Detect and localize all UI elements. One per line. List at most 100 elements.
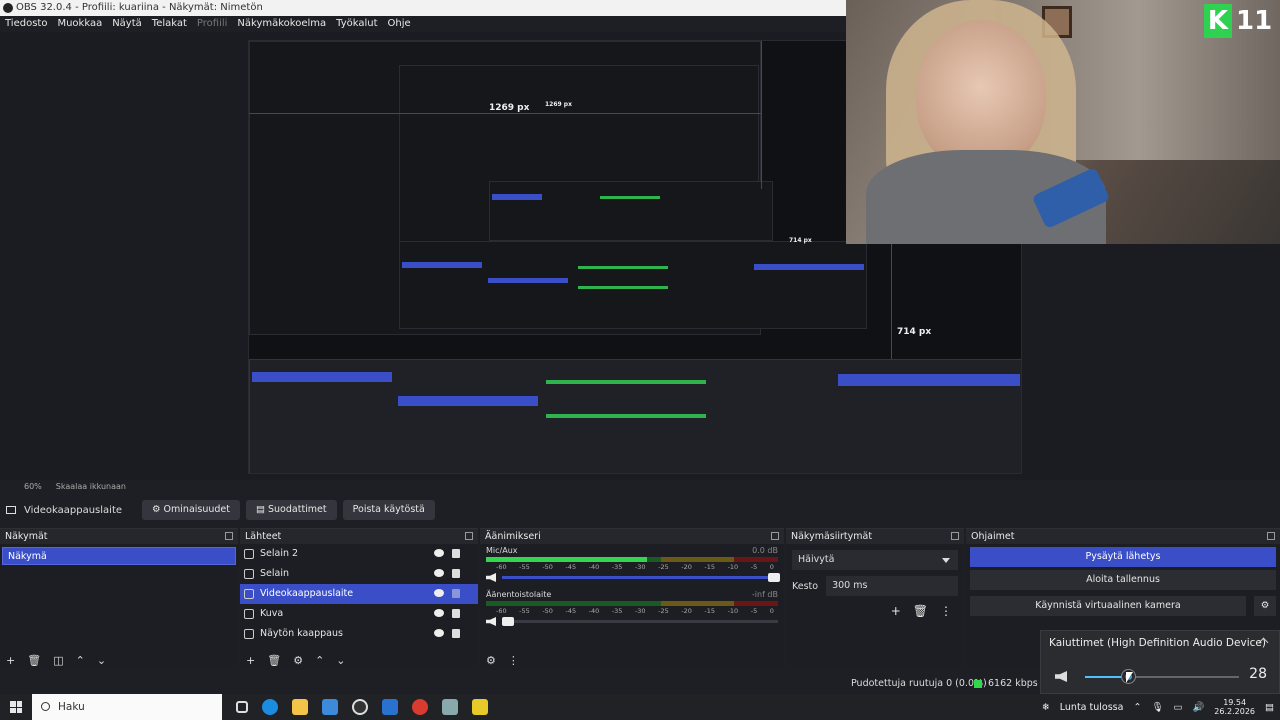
file-explorer-icon[interactable]	[292, 699, 308, 715]
meter-tick: -35	[611, 563, 623, 571]
globe-icon	[244, 569, 254, 579]
task-view-icon[interactable]	[236, 701, 248, 713]
edge-icon[interactable]	[262, 699, 278, 715]
microphone-icon[interactable]: 🎙	[1151, 702, 1163, 713]
volume-slider[interactable]	[502, 573, 780, 582]
scenes-header: Näkymät	[0, 529, 238, 544]
lock-icon[interactable]	[452, 549, 460, 558]
chevron-up-icon[interactable]: ⌃	[315, 654, 324, 667]
trash-icon[interactable]: 🗑	[267, 654, 281, 667]
eye-icon[interactable]	[434, 629, 444, 637]
meter-tick: -15	[704, 563, 716, 571]
meter-tick: -55	[519, 563, 530, 571]
volume-slider[interactable]	[502, 617, 778, 626]
start-virtual-camera-button[interactable]: Käynnistä virtuaalinen kamera	[970, 596, 1246, 616]
menu-docks[interactable]: Telakat	[152, 16, 187, 32]
meter-tick: -25	[658, 563, 669, 571]
gear-icon[interactable]: ⚙	[293, 654, 303, 667]
menu-file[interactable]: Tiedosto	[5, 16, 47, 32]
network-icon[interactable]: ▭	[1173, 702, 1182, 713]
lock-icon[interactable]	[452, 569, 460, 578]
chevron-down-icon[interactable]: ⌄	[336, 654, 345, 667]
eye-icon[interactable]	[434, 609, 444, 617]
eye-icon[interactable]	[434, 569, 444, 577]
sources-dock: Lähteet Selain 2 Selain Videokaappauslai…	[240, 528, 478, 670]
mixer-channel: Äänentoistolaite -inf dB -60 -55 -50 -45 -40-…	[480, 588, 784, 628]
menu-help[interactable]: Ohje	[388, 16, 411, 32]
source-row[interactable]: Näytön kaappaus	[240, 624, 478, 644]
scale-mode[interactable]: Skaalaa ikkunaan	[56, 480, 126, 494]
duration-input[interactable]: 300 ms	[826, 576, 958, 596]
meter-tick: -40	[588, 563, 600, 571]
obs-logo-icon	[3, 3, 13, 13]
clock[interactable]: 19.54 26.2.2026	[1214, 698, 1255, 716]
trash-icon[interactable]: 🗑	[913, 604, 928, 618]
stop-streaming-button[interactable]: Pysäytä lähetys	[970, 547, 1276, 567]
add-icon[interactable]: +	[246, 654, 255, 667]
undock-icon[interactable]	[465, 532, 473, 540]
unlock-icon[interactable]	[452, 589, 460, 598]
start-recording-button[interactable]: Aloita tallennus	[970, 570, 1276, 590]
app-icon[interactable]	[442, 699, 458, 715]
menu-edit[interactable]: Muokkaa	[57, 16, 102, 32]
add-icon[interactable]: +	[6, 654, 15, 667]
controls-header: Ohjaimet	[966, 529, 1280, 544]
speaker-icon[interactable]	[1055, 671, 1067, 682]
transition-select[interactable]: Häivytä	[792, 550, 958, 570]
chevron-up-icon[interactable]: ⌃	[76, 654, 85, 667]
lock-icon[interactable]	[452, 609, 460, 618]
menu-tools[interactable]: Työkalut	[336, 16, 377, 32]
mixer-title: Äänimikseri	[485, 531, 541, 542]
meter-tick: -40	[588, 607, 600, 615]
filter-icon[interactable]: ◫	[53, 654, 63, 667]
zoom-level[interactable]: 60%	[24, 480, 42, 494]
windows-start-icon[interactable]	[10, 701, 22, 713]
volume-icon[interactable]: 🔊	[1192, 702, 1204, 713]
store-icon[interactable]	[322, 699, 338, 715]
chevron-down-icon[interactable]: ⌄	[97, 654, 106, 667]
obs-icon[interactable]	[352, 699, 368, 715]
taskbar-search[interactable]: Haku	[32, 694, 222, 720]
scene-item[interactable]: Näkymä	[2, 547, 236, 565]
menu-profile[interactable]: Profiili	[197, 16, 228, 32]
speaker-icon[interactable]	[486, 617, 496, 626]
source-row[interactable]: Selain	[240, 564, 478, 584]
source-label: Selain 2	[260, 548, 299, 559]
properties-button[interactable]: ⚙ Ominaisuudet	[142, 500, 240, 520]
app-icon[interactable]	[382, 699, 398, 715]
meter-tick: -35	[611, 607, 623, 615]
gear-icon[interactable]: ⚙	[486, 654, 496, 667]
kebab-menu-icon[interactable]: ⋮	[940, 604, 952, 618]
slider-knob[interactable]	[502, 617, 514, 626]
chevron-up-icon[interactable]: ⌃	[1133, 702, 1141, 713]
kebab-menu-icon[interactable]: ⋮	[508, 654, 519, 667]
gear-icon[interactable]: ⚙	[1254, 596, 1276, 616]
app-icon[interactable]	[472, 699, 488, 715]
undock-icon[interactable]	[951, 532, 959, 540]
menu-view[interactable]: Näytä	[112, 16, 142, 32]
disable-button[interactable]: Poista käytöstä	[342, 500, 435, 520]
chrome-icon[interactable]	[412, 699, 428, 715]
trash-icon[interactable]: 🗑	[27, 654, 41, 667]
weather-text[interactable]: Lunta tulossa	[1060, 702, 1124, 713]
filters-button[interactable]: ▤ Suodattimet	[246, 500, 337, 520]
slider-knob[interactable]	[768, 573, 780, 582]
eye-icon[interactable]	[434, 589, 444, 597]
source-row[interactable]: Selain 2	[240, 544, 478, 564]
source-row-selected[interactable]: Videokaappauslaite	[240, 584, 478, 604]
lock-icon[interactable]	[452, 629, 460, 638]
clock-date: 26.2.2026	[1214, 707, 1256, 716]
speaker-icon[interactable]	[486, 573, 496, 582]
undock-icon[interactable]	[1267, 532, 1275, 540]
audio-device-name[interactable]: Kaiuttimet (High Definition Audio Device…	[1049, 637, 1266, 649]
undock-icon[interactable]	[225, 532, 233, 540]
source-row[interactable]: Kuva	[240, 604, 478, 624]
undock-icon[interactable]	[771, 532, 779, 540]
transitions-header: Näkymäsiirtymät	[786, 529, 964, 544]
add-icon[interactable]: +	[891, 604, 901, 618]
notification-icon[interactable]: ▤	[1265, 702, 1274, 713]
meter-tick: -20	[681, 563, 692, 571]
weather-icon[interactable]: ❄	[1042, 702, 1050, 713]
menu-scene-collection[interactable]: Näkymäkokoelma	[237, 16, 326, 32]
eye-icon[interactable]	[434, 549, 444, 557]
